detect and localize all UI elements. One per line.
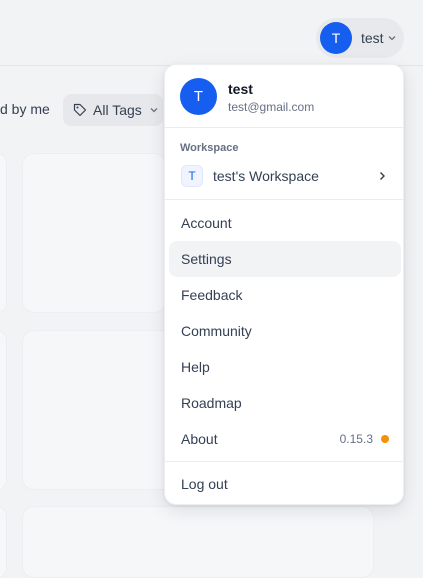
divider xyxy=(165,199,403,200)
app-card[interactable] xyxy=(0,330,7,490)
profile-email: test@gmail.com xyxy=(228,100,315,114)
avatar: T xyxy=(180,78,217,115)
workspace-heading: Workspace xyxy=(180,142,239,154)
menu-item-feedback[interactable]: Feedback xyxy=(169,277,401,313)
all-tags-filter[interactable]: All Tags xyxy=(63,94,163,126)
app-card[interactable] xyxy=(22,506,374,578)
menu-item-help[interactable]: Help xyxy=(169,349,401,385)
all-tags-label: All Tags xyxy=(93,102,142,118)
chevron-down-icon xyxy=(388,36,396,41)
tag-icon xyxy=(73,103,87,117)
app-card[interactable] xyxy=(0,153,7,313)
menu-item-label: Log out xyxy=(181,476,228,492)
app-card[interactable] xyxy=(22,153,166,313)
workspace-name: test's Workspace xyxy=(213,168,319,184)
menu-item-logout[interactable]: Log out xyxy=(169,466,401,502)
top-bar: T test xyxy=(0,0,423,66)
menu-item-settings[interactable]: Settings xyxy=(169,241,401,277)
workspace-badge: T xyxy=(181,165,203,187)
menu-item-roadmap[interactable]: Roadmap xyxy=(169,385,401,421)
chevron-right-icon xyxy=(380,172,385,180)
user-menu-button[interactable]: T test xyxy=(316,18,404,58)
menu-item-label: Feedback xyxy=(181,287,243,303)
profile-section: T test test@gmail.com xyxy=(165,65,403,127)
update-indicator xyxy=(381,435,389,443)
workspace-switcher[interactable]: T test's Workspace xyxy=(173,163,397,189)
user-name: test xyxy=(361,30,384,46)
menu-item-about[interactable]: About 0.15.3 xyxy=(169,421,401,457)
menu-item-account[interactable]: Account xyxy=(169,205,401,241)
profile-name: test xyxy=(228,81,253,97)
menu-item-label: Roadmap xyxy=(181,395,242,411)
menu-item-label: Settings xyxy=(181,251,232,267)
menu-item-label: Help xyxy=(181,359,210,375)
menu-item-label: Account xyxy=(181,215,232,231)
version-label: 0.15.3 xyxy=(339,432,373,446)
chevron-down-icon xyxy=(150,108,158,113)
divider xyxy=(165,461,403,462)
created-by-me-filter[interactable]: d by me xyxy=(0,101,50,117)
avatar: T xyxy=(320,22,352,54)
divider xyxy=(165,127,403,128)
account-dropdown: T test test@gmail.com Workspace T test's… xyxy=(164,64,404,505)
menu-item-community[interactable]: Community xyxy=(169,313,401,349)
menu-item-label: Community xyxy=(181,323,252,339)
app-card[interactable] xyxy=(0,506,7,578)
menu-item-label: About xyxy=(181,431,218,447)
